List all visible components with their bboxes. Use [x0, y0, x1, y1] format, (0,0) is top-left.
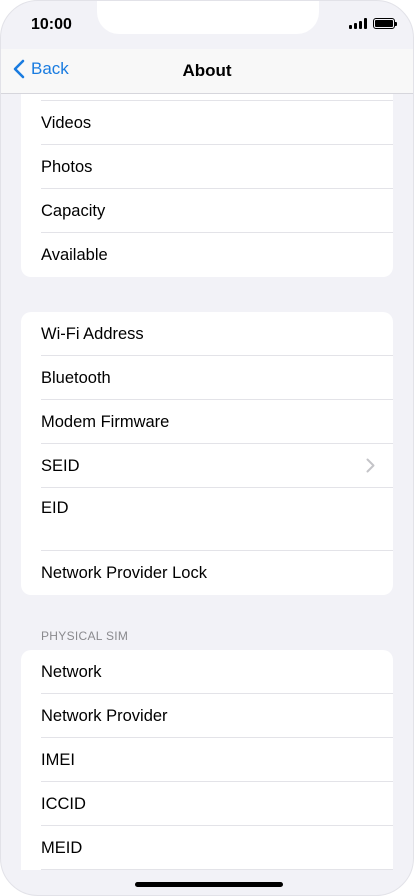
home-indicator[interactable]: [135, 882, 283, 887]
row-label: Network Provider: [41, 706, 168, 725]
cellular-signal-icon: [349, 18, 367, 29]
list-item-network-provider[interactable]: Network Provider: [21, 694, 393, 738]
list-item-bluetooth[interactable]: Bluetooth: [21, 356, 393, 400]
battery-icon: [373, 18, 397, 29]
row-label: IMEI: [41, 750, 75, 769]
row-label: SEID: [41, 456, 80, 475]
list-item-available[interactable]: Available: [21, 233, 393, 277]
row-label: ICCID: [41, 794, 86, 813]
list-item-meid[interactable]: MEID: [21, 826, 393, 870]
list-item-network-provider-lock[interactable]: Network Provider Lock: [21, 551, 393, 595]
settings-list[interactable]: Videos Photos Capacity Available Wi-Fi A…: [1, 94, 413, 895]
row-label: Network Provider Lock: [41, 563, 207, 582]
status-icons: [349, 18, 397, 29]
list-item-photos[interactable]: Photos: [21, 145, 393, 189]
phone-screen: 10:00 Back About Videos Photos Capacity …: [0, 0, 414, 896]
row-label: Bluetooth: [41, 368, 111, 387]
list-item-imei[interactable]: IMEI: [21, 738, 393, 782]
row-label: Photos: [41, 157, 93, 176]
storage-group: Videos Photos Capacity Available: [21, 94, 393, 277]
list-item: [21, 94, 393, 101]
section-header-physical-sim: PHYSICAL SIM: [41, 629, 129, 643]
list-item-capacity[interactable]: Capacity: [21, 189, 393, 233]
status-bar: 10:00: [1, 1, 413, 49]
list-item-videos[interactable]: Videos: [21, 101, 393, 145]
list-item-seid[interactable]: SEID: [21, 444, 393, 488]
row-label: MEID: [41, 838, 83, 857]
row-label: Modem Firmware: [41, 412, 170, 431]
row-label: Wi-Fi Address: [41, 324, 144, 343]
list-item-iccid[interactable]: ICCID: [21, 782, 393, 826]
page-title: About: [182, 61, 232, 80]
navigation-bar: Back About: [1, 49, 413, 94]
row-label: Available: [41, 245, 108, 264]
row-label: Capacity: [41, 201, 106, 220]
list-item-eid[interactable]: EID: [21, 488, 393, 551]
list-item-network[interactable]: Network: [21, 650, 393, 694]
row-label: Network: [41, 662, 102, 681]
status-time: 10:00: [31, 16, 72, 33]
row-label: EID: [41, 499, 69, 517]
row-label: Videos: [41, 113, 92, 132]
network-info-group: Wi-Fi Address Bluetooth Modem Firmware S…: [21, 312, 393, 595]
chevron-right-icon: [366, 458, 375, 473]
physical-sim-group: Network Network Provider IMEI ICCID MEID: [21, 650, 393, 870]
list-item-wifi-address[interactable]: Wi-Fi Address: [21, 312, 393, 356]
list-item-modem-firmware[interactable]: Modem Firmware: [21, 400, 393, 444]
